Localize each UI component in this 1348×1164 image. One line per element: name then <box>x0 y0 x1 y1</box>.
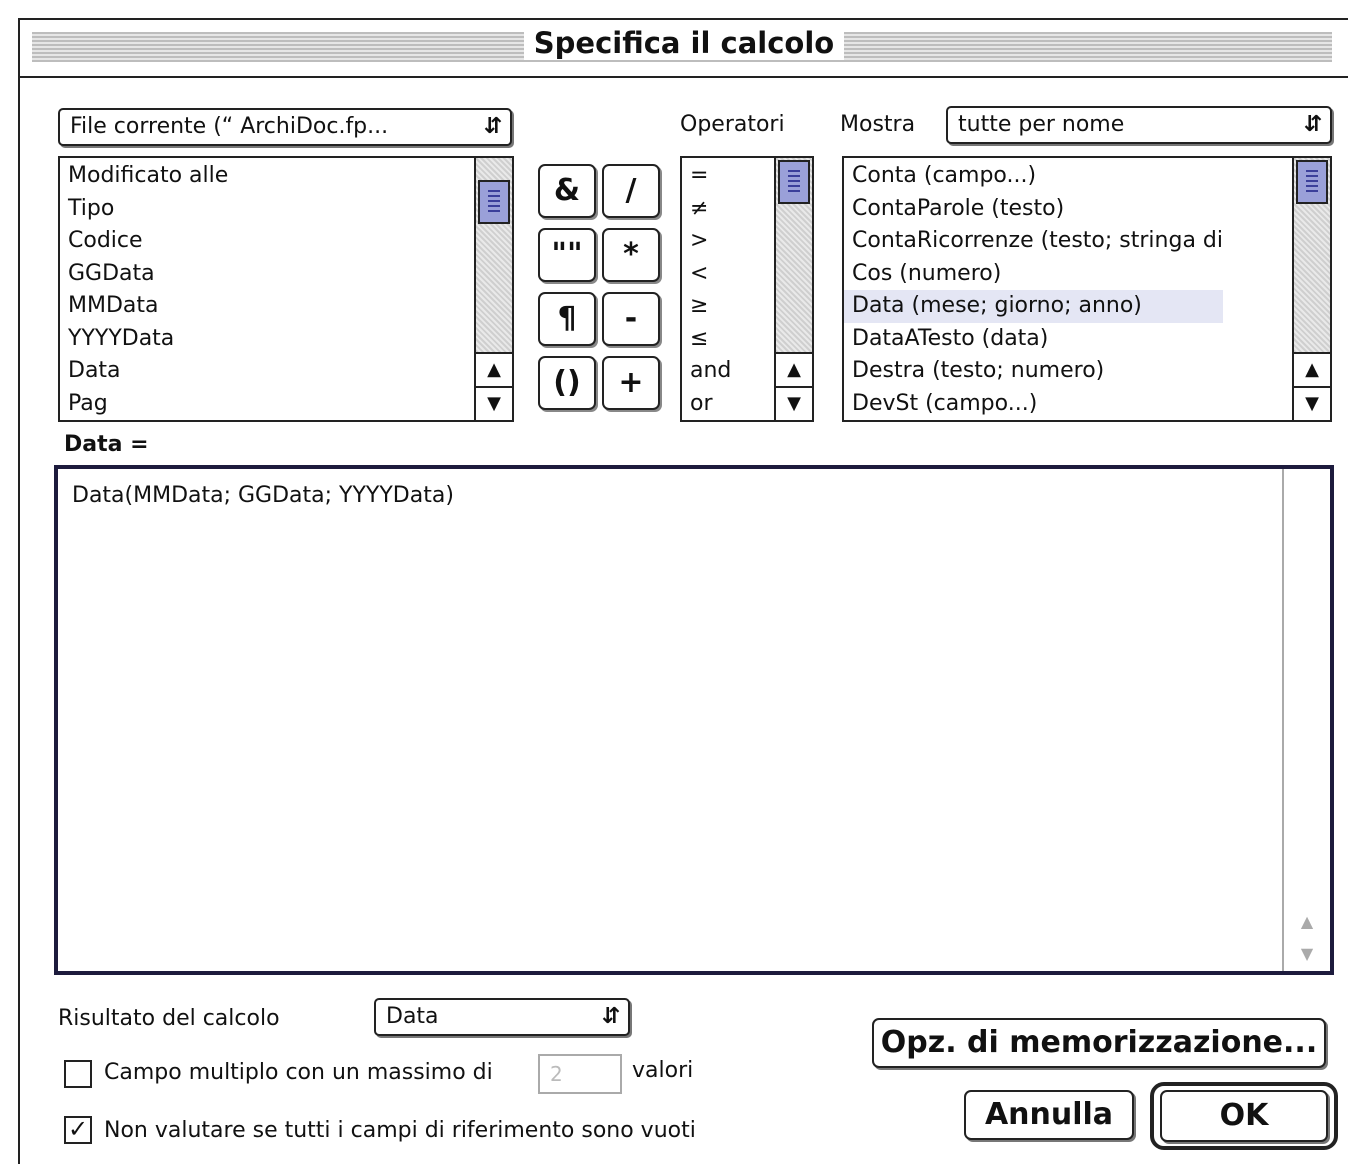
scroll-down-button[interactable]: ▼ <box>1294 386 1330 420</box>
scroll-down-icon: ▼ <box>1305 393 1319 414</box>
operator-minus-button[interactable]: - <box>602 292 660 346</box>
function-item[interactable]: Destra (testo; numero) <box>852 355 1223 388</box>
operator-item[interactable]: or <box>690 388 731 421</box>
scroll-down-icon: ▼ <box>787 393 801 414</box>
function-item[interactable]: DataATesto (data) <box>852 323 1223 356</box>
formula-text[interactable]: Data(MMData; GGData; YYYYData) <box>72 483 454 508</box>
field-item[interactable]: YYYYData <box>68 323 228 356</box>
scroll-thumb[interactable] <box>1296 160 1328 204</box>
operator-plus-button[interactable]: + <box>602 356 660 410</box>
scroll-up-icon: ▲ <box>1305 359 1319 380</box>
storage-options-button[interactable]: Opz. di memorizzazione... <box>872 1018 1326 1068</box>
scroll-thumb[interactable] <box>778 160 810 204</box>
function-item[interactable]: ContaParole (testo) <box>852 193 1223 226</box>
formula-editor[interactable]: Data(MMData; GGData; YYYYData) ▲ ▼ <box>54 465 1334 975</box>
operator-item[interactable]: and <box>690 355 731 388</box>
scroll-down-icon: ▼ <box>487 393 501 414</box>
fields-list-items: Modificato alle Tipo Codice GGData MMData YYY… <box>68 160 228 420</box>
file-popup-value: File corrente (“ ArchiDoc.fp... <box>70 114 389 139</box>
operator-item[interactable]: = <box>690 160 731 193</box>
calculation-dialog: Specifica il calcolo File corrente (“ Ar… <box>18 18 1348 1164</box>
scroll-up-icon: ▲ <box>787 359 801 380</box>
popup-arrows-icon: ⇵ <box>1303 112 1322 137</box>
operator-pilcrow-button[interactable]: ¶ <box>538 292 596 346</box>
operator-item[interactable]: ≥ <box>690 290 731 323</box>
show-popup-value: tutte per nome <box>958 112 1125 137</box>
result-type-popup[interactable]: Data ⇵ <box>374 998 630 1036</box>
fields-list[interactable]: Modificato alle Tipo Codice GGData MMData YYY… <box>58 156 514 422</box>
scroll-up-icon: ▲ <box>487 359 501 380</box>
field-item[interactable]: Modificato alle <box>68 160 228 193</box>
field-item[interactable]: Codice <box>68 225 228 258</box>
dialog-title: Specifica il calcolo <box>523 26 845 60</box>
operators-list-items: = ≠ > < ≥ ≤ and or <box>690 160 731 420</box>
functions-scrollbar[interactable]: ▲ ▼ <box>1292 158 1330 420</box>
operator-item[interactable]: > <box>690 225 731 258</box>
no-eval-checkbox[interactable]: ✓ <box>64 1116 92 1144</box>
no-eval-label: Non valutare se tutti i campi di riferim… <box>104 1118 696 1143</box>
fields-scrollbar[interactable]: ▲ ▼ <box>474 158 512 420</box>
file-popup[interactable]: File corrente (“ ArchiDoc.fp... ⇵ <box>58 108 512 146</box>
scroll-thumb[interactable] <box>478 180 510 224</box>
scroll-down-icon[interactable]: ▼ <box>1284 944 1330 963</box>
show-popup[interactable]: tutte per nome ⇵ <box>946 106 1332 144</box>
operator-quotes-button[interactable]: "" <box>538 228 596 282</box>
repeating-checkbox[interactable] <box>64 1060 92 1088</box>
scroll-down-button[interactable]: ▼ <box>776 386 812 420</box>
operator-item[interactable]: < <box>690 258 731 291</box>
checkmark-icon: ✓ <box>67 1115 89 1143</box>
scroll-up-button[interactable]: ▲ <box>1294 352 1330 386</box>
operators-list[interactable]: = ≠ > < ≥ ≤ and or ▲ ▼ <box>680 156 814 422</box>
max-values-input[interactable]: 2 <box>538 1054 622 1094</box>
popup-arrows-icon: ⇵ <box>601 1004 620 1029</box>
field-item[interactable]: Pag <box>68 388 228 421</box>
function-item[interactable]: Cos (numero) <box>852 258 1223 291</box>
operator-ampersand-button[interactable]: & <box>538 164 596 218</box>
field-item[interactable]: Data <box>68 355 228 388</box>
operator-item[interactable]: ≤ <box>690 323 731 356</box>
functions-list-items: Conta (campo...) ContaParole (testo) Conta… <box>844 160 1224 421</box>
formula-scrollbar[interactable]: ▲ ▼ <box>1282 469 1330 971</box>
operator-parentheses-button[interactable]: () <box>538 356 596 410</box>
function-item[interactable]: DevSt (campo...) <box>852 388 1223 421</box>
popup-arrows-icon: ⇵ <box>483 114 502 139</box>
operators-scrollbar[interactable]: ▲ ▼ <box>774 158 812 420</box>
function-item[interactable]: ContaRicorrenze (testo; stringa di <box>852 225 1223 258</box>
ok-button[interactable]: OK <box>1160 1090 1328 1142</box>
scroll-up-icon[interactable]: ▲ <box>1284 912 1330 931</box>
operators-label: Operatori <box>680 112 785 137</box>
field-item[interactable]: GGData <box>68 258 228 291</box>
scroll-down-button[interactable]: ▼ <box>476 386 512 420</box>
result-label: Risultato del calcolo <box>58 1006 280 1031</box>
operator-divide-button[interactable]: / <box>602 164 660 218</box>
function-item[interactable]: Conta (campo...) <box>852 160 1223 193</box>
scroll-up-button[interactable]: ▲ <box>776 352 812 386</box>
scroll-up-button[interactable]: ▲ <box>476 352 512 386</box>
title-bar[interactable]: Specifica il calcolo <box>20 20 1348 78</box>
show-label: Mostra <box>840 112 916 137</box>
functions-list[interactable]: Conta (campo...) ContaParole (testo) Conta… <box>842 156 1332 422</box>
function-item[interactable]: Data (mese; giorno; anno) <box>844 290 1224 323</box>
field-item[interactable]: Tipo <box>68 193 228 226</box>
values-suffix: valori <box>632 1058 694 1083</box>
field-item[interactable]: MMData <box>68 290 228 323</box>
repeating-label: Campo multiplo con un massimo di <box>104 1060 493 1085</box>
cancel-button[interactable]: Annulla <box>964 1090 1134 1140</box>
operator-item[interactable]: ≠ <box>690 193 731 226</box>
formula-label: Data = <box>64 432 149 457</box>
result-type-value: Data <box>386 1004 439 1029</box>
operator-multiply-button[interactable]: * <box>602 228 660 282</box>
